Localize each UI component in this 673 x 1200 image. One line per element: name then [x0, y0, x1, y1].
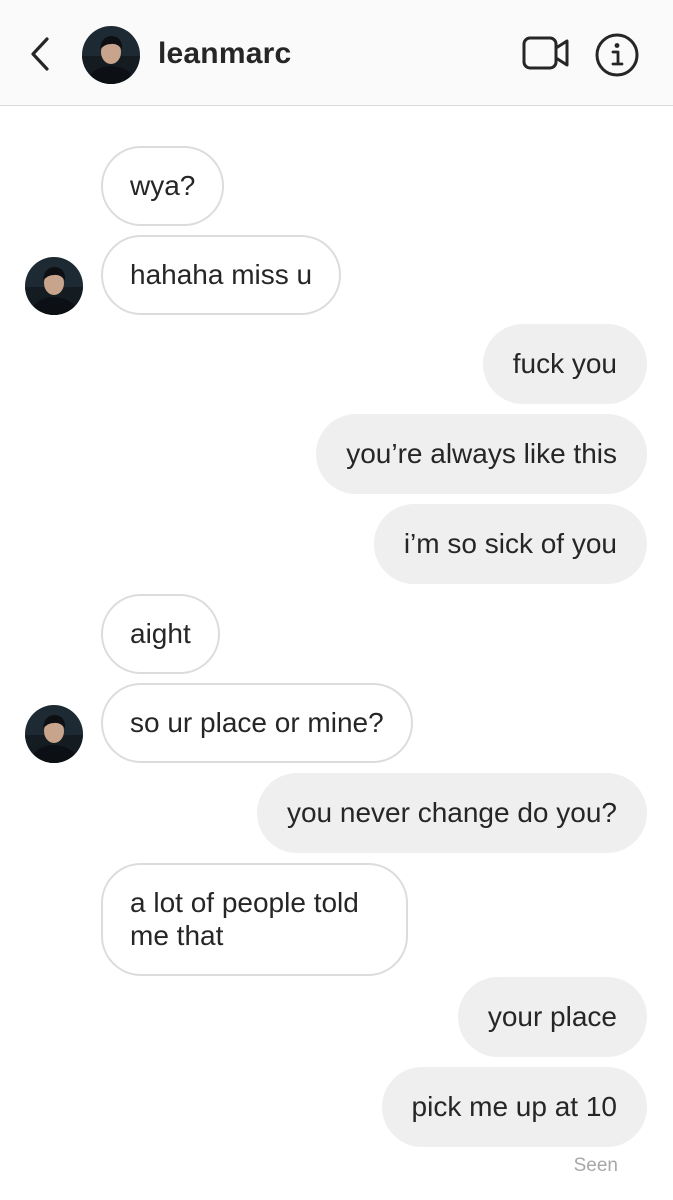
outgoing-message[interactable]: your place — [457, 977, 647, 1057]
incoming-message[interactable]: aight — [101, 594, 220, 674]
outgoing-message[interactable]: you’re always like this — [316, 414, 647, 494]
incoming-message[interactable]: so ur place or mine? — [101, 683, 413, 763]
chat-header: leanmarc — [0, 0, 673, 106]
seen-status: Seen — [573, 1155, 618, 1176]
info-button[interactable] — [594, 32, 640, 78]
outgoing-message[interactable]: you never change do you? — [256, 773, 647, 853]
incoming-message[interactable]: hahaha miss u — [101, 235, 342, 315]
avatar[interactable] — [25, 257, 83, 315]
outgoing-message[interactable]: pick me up at 10 — [381, 1067, 647, 1147]
back-button[interactable] — [24, 34, 56, 74]
info-icon — [595, 33, 639, 77]
incoming-message[interactable]: wya? — [101, 146, 225, 226]
outgoing-message[interactable]: i’m so sick of you — [373, 504, 647, 584]
username[interactable]: leanmarc — [158, 36, 291, 72]
video-camera-icon — [522, 36, 569, 70]
avatar[interactable] — [82, 26, 140, 84]
avatar[interactable] — [25, 705, 83, 763]
incoming-message[interactable]: a lot of people told me that — [101, 863, 408, 976]
profile-photo — [82, 26, 140, 84]
video-call-button[interactable] — [521, 32, 571, 74]
message-thread: wya? hahaha miss u fuck you you’re alway… — [0, 106, 673, 1200]
chevron-left-icon — [31, 37, 49, 71]
profile-photo — [25, 257, 83, 315]
outgoing-message[interactable]: fuck you — [482, 324, 647, 404]
profile-photo — [25, 705, 83, 763]
